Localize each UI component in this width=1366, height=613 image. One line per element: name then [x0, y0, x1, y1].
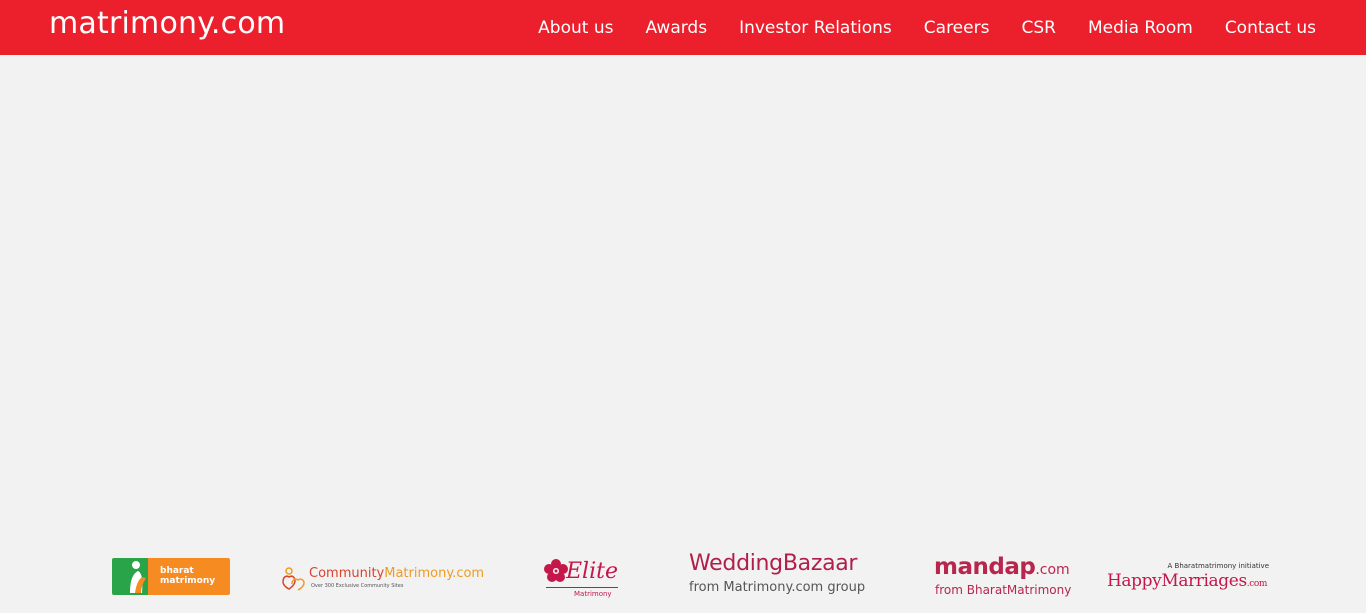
community-logo-part2: Matrimony.com: [384, 566, 485, 581]
elite-matrimony-logo[interactable]: Elite Matrimony: [542, 553, 620, 601]
nav-csr[interactable]: CSR: [1021, 17, 1055, 38]
site-logo[interactable]: matrimony.com: [49, 6, 285, 41]
mandap-title-suffix: .com: [1035, 562, 1070, 578]
elite-logo-title: Elite: [566, 559, 618, 584]
happymarriages-tagline: A Bharatmatrimony initiative: [1167, 562, 1269, 570]
nav-media-room[interactable]: Media Room: [1088, 17, 1193, 38]
nav-about-us[interactable]: About us: [538, 17, 613, 38]
bharat-logo-line2: matrimony: [160, 576, 216, 586]
elite-logo-divider: [546, 587, 618, 588]
brand-logos-strip: bharat matrimony CommunityMatrimony.com …: [0, 545, 1366, 613]
happymarriages-title: HappyMarriages.com: [1107, 571, 1267, 591]
community-logo-tagline: Over 300 Exclusive Community Sites: [311, 583, 404, 589]
community-hearts-icon: [282, 567, 305, 591]
nav-investor-relations[interactable]: Investor Relations: [739, 17, 892, 38]
mandap-logo[interactable]: mandap.com from BharatMatrimony: [934, 554, 1074, 600]
bharat-logo-icon: [112, 558, 148, 595]
community-logo-part1: Community: [309, 566, 385, 581]
main-content-area: [0, 55, 1366, 535]
community-logo-text: CommunityMatrimony.com: [309, 566, 484, 581]
weddingbazaar-subtitle: from Matrimony.com group: [689, 580, 866, 595]
nav-contact-us[interactable]: Contact us: [1225, 17, 1316, 38]
bharat-logo-line1: bharat: [160, 566, 194, 576]
bharat-matrimony-logo[interactable]: bharat matrimony: [112, 558, 230, 595]
top-header: matrimony.com About us Awards Investor R…: [0, 0, 1366, 55]
weddingbazaar-logo[interactable]: WeddingBazaar from Matrimony.com group: [689, 551, 875, 601]
happymarriages-title-main: HappyMarriages: [1107, 571, 1247, 591]
nav-careers[interactable]: Careers: [924, 17, 990, 38]
happymarriages-logo[interactable]: A Bharatmatrimony initiative HappyMarria…: [1107, 562, 1269, 596]
main-nav: About us Awards Investor Relations Caree…: [506, 0, 1316, 55]
elite-logo-subtitle: Matrimony: [574, 590, 612, 598]
mandap-title-main: mandap: [934, 554, 1036, 580]
nav-awards[interactable]: Awards: [645, 17, 707, 38]
bharat-logo-text: bharat matrimony: [148, 558, 230, 595]
community-matrimony-logo[interactable]: CommunityMatrimony.com Over 300 Exclusiv…: [280, 565, 484, 593]
mandap-subtitle: from BharatMatrimony: [935, 583, 1072, 597]
happymarriages-title-suffix: .com: [1246, 579, 1268, 589]
weddingbazaar-title: WeddingBazaar: [689, 551, 858, 576]
mandap-title: mandap.com: [934, 554, 1070, 580]
